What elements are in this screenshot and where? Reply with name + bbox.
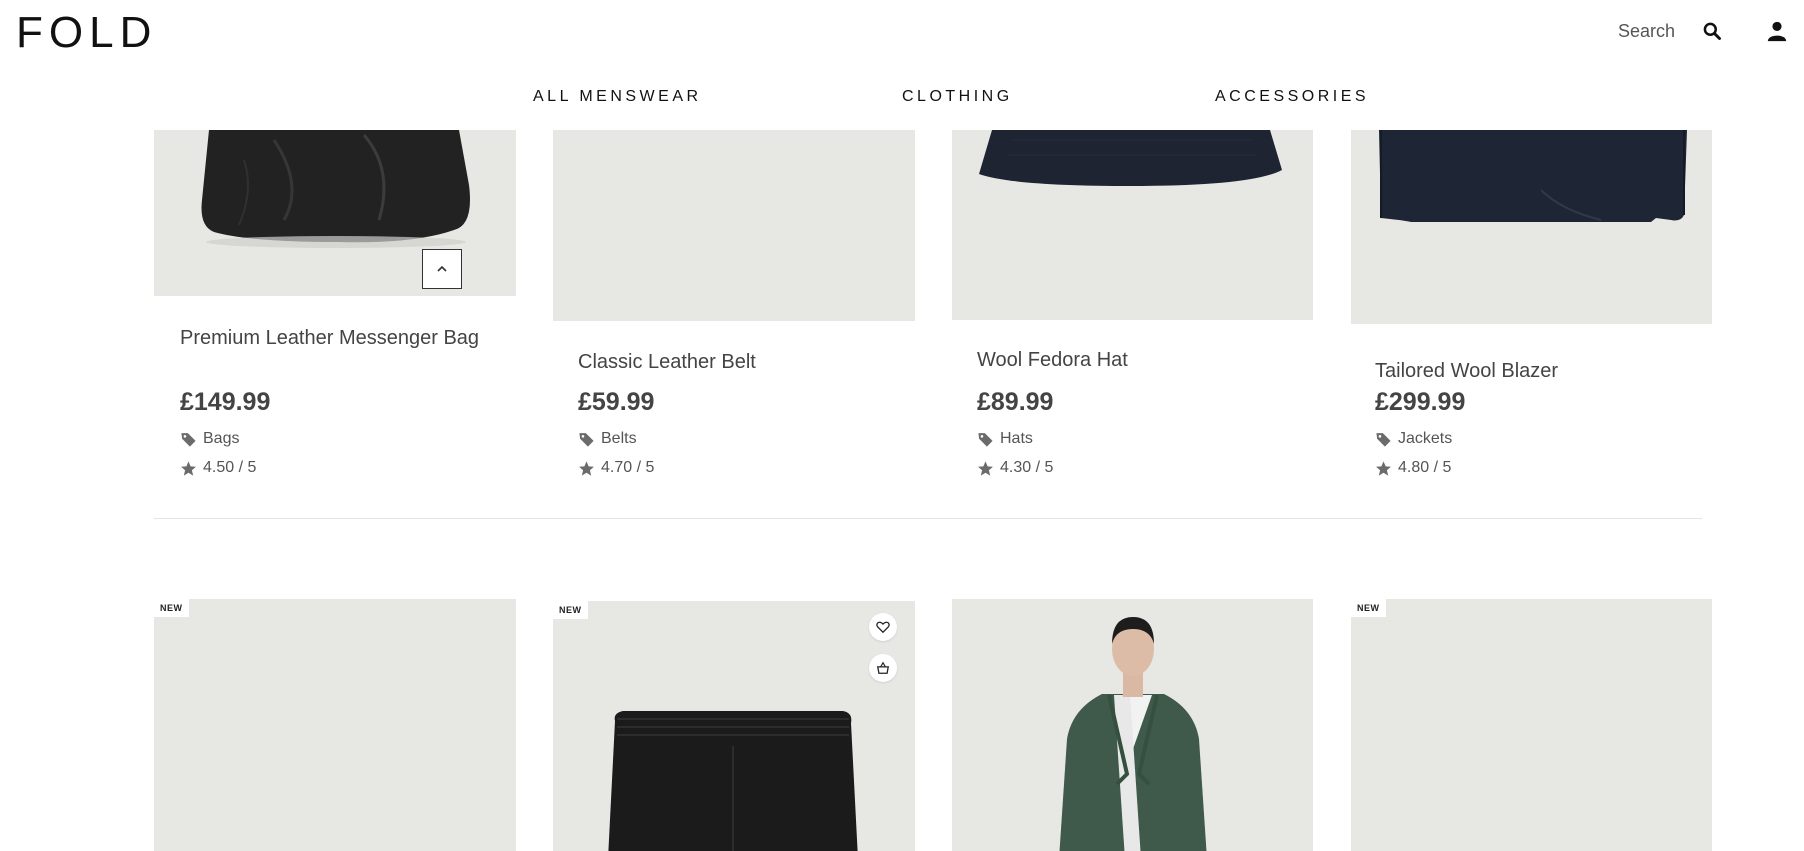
scroll-top-button[interactable] xyxy=(422,249,462,289)
search-icon[interactable] xyxy=(1702,21,1722,41)
search-input[interactable]: Search xyxy=(1618,21,1675,42)
category-label: Belts xyxy=(601,430,637,447)
chevron-up-icon xyxy=(437,265,447,272)
product-name[interactable]: Classic Leather Belt xyxy=(578,351,756,374)
star-icon xyxy=(1376,460,1391,476)
product-image-bag[interactable] xyxy=(154,130,516,296)
star-icon xyxy=(181,460,196,476)
rating-value: 4.50 / 5 xyxy=(203,459,257,476)
product-card-image[interactable]: NEW xyxy=(553,601,915,851)
product-category: Hats xyxy=(977,430,1033,448)
product-price: £89.99 xyxy=(977,388,1054,416)
nav-all-menswear[interactable]: ALL MENSWEAR xyxy=(533,88,702,106)
category-label: Hats xyxy=(1000,430,1033,447)
main-nav: ALL MENSWEAR CLOTHING ACCESSORIES xyxy=(0,88,1804,112)
tag-icon xyxy=(1376,432,1391,447)
product-image-belt[interactable] xyxy=(553,130,915,321)
nav-accessories[interactable]: ACCESSORIES xyxy=(1215,88,1369,106)
product-card-image[interactable]: NEW xyxy=(1351,599,1712,851)
product-category: Belts xyxy=(578,430,637,448)
tag-icon xyxy=(181,432,196,447)
rating-value: 4.70 / 5 xyxy=(601,459,655,476)
product-name[interactable]: Premium Leather Messenger Bag xyxy=(180,327,479,350)
product-category: Jackets xyxy=(1375,430,1452,448)
new-badge: NEW xyxy=(1351,599,1386,617)
product-rating: 4.80 / 5 xyxy=(1375,459,1451,477)
site-logo[interactable]: FOLD xyxy=(16,8,157,58)
product-price: £299.99 xyxy=(1375,388,1466,416)
star-icon xyxy=(579,460,594,476)
product-price: £149.99 xyxy=(180,388,271,416)
trousers-image xyxy=(608,711,858,851)
product-image-blazer[interactable] xyxy=(1351,130,1712,324)
hat-image xyxy=(979,130,1282,186)
product-rating: 4.50 / 5 xyxy=(180,459,256,477)
category-label: Jackets xyxy=(1398,430,1453,447)
product-card-image[interactable] xyxy=(952,599,1313,851)
star-icon xyxy=(978,460,993,476)
product-category: Bags xyxy=(180,430,239,448)
rating-value: 4.80 / 5 xyxy=(1398,459,1452,476)
product-rating: 4.70 / 5 xyxy=(578,459,654,477)
product-card-image[interactable]: NEW xyxy=(154,599,516,851)
product-grid: Premium Leather Messenger Bag £149.99 Ba… xyxy=(0,130,1804,851)
tag-icon xyxy=(978,432,993,447)
blazer-image xyxy=(1379,130,1687,222)
tag-icon xyxy=(579,432,594,447)
nav-clothing[interactable]: CLOTHING xyxy=(902,88,1013,106)
row-divider xyxy=(154,518,1702,519)
product-rating: 4.30 / 5 xyxy=(977,459,1053,477)
product-name[interactable]: Wool Fedora Hat xyxy=(977,349,1128,372)
category-label: Bags xyxy=(203,430,240,447)
product-image-hat[interactable] xyxy=(952,130,1313,320)
model-image xyxy=(1059,617,1207,851)
product-price: £59.99 xyxy=(578,388,655,416)
rating-value: 4.30 / 5 xyxy=(1000,459,1054,476)
new-badge: NEW xyxy=(154,599,189,617)
product-name[interactable]: Tailored Wool Blazer xyxy=(1375,360,1558,383)
user-icon[interactable] xyxy=(1766,20,1788,42)
